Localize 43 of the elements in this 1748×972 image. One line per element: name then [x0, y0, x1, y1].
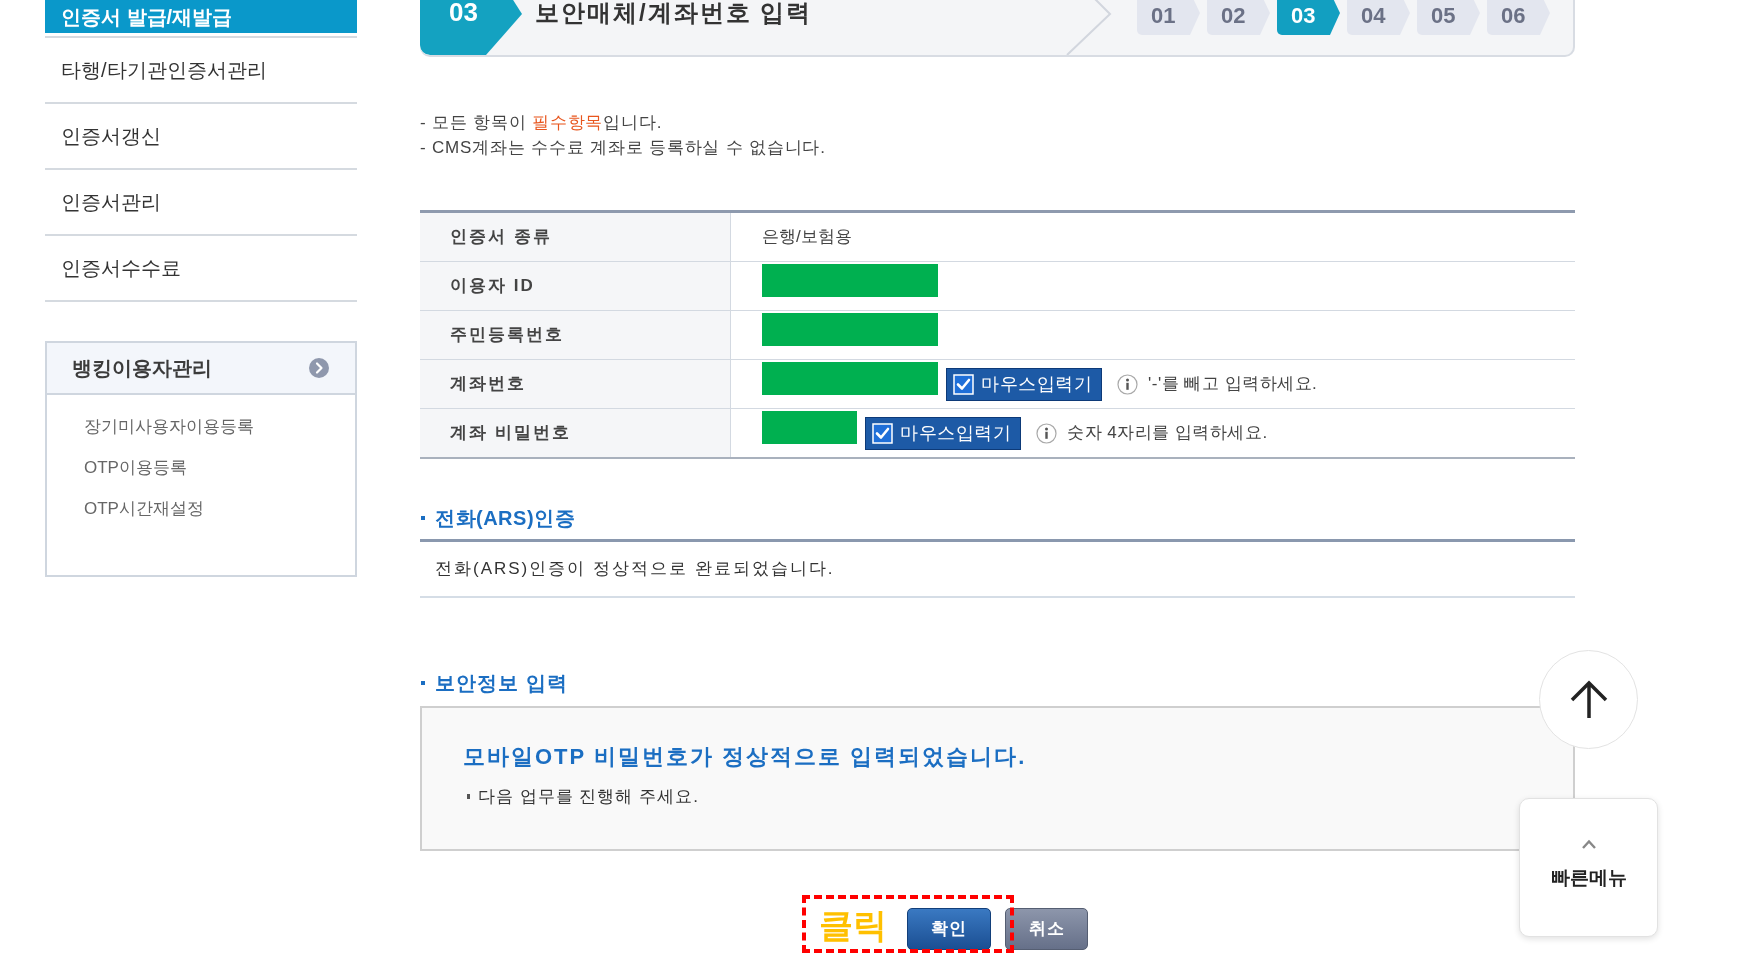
note-text: - CMS계좌는 수수료 계좌로 등록하실 수 없습니다. [420, 137, 826, 159]
panel-link[interactable]: OTP이용등록 [84, 447, 187, 488]
row-label: 주민등록번호 [420, 311, 731, 359]
section-title: 보안정보 입력 [435, 671, 568, 696]
step-chip: 03 [1277, 0, 1340, 35]
bullet-icon [467, 794, 470, 799]
row-label: 계좌 비밀번호 [420, 409, 731, 457]
panel-link[interactable]: OTP시간재설정 [84, 488, 204, 529]
step-chip: 01 [1137, 0, 1200, 35]
status-message: 전화(ARS)인증이 정상적으로 완료되었습니다. [435, 558, 835, 581]
step-chip: 04 [1347, 0, 1410, 35]
arrow-up-icon [1568, 679, 1609, 720]
row-label: 이용자 ID [420, 262, 731, 310]
bullet-icon [421, 681, 425, 685]
quick-menu-button[interactable]: 빠른메뉴 [1519, 798, 1658, 937]
step-title: 보안매체/계좌번호 입력 [535, 0, 813, 28]
cancel-button[interactable]: 취소 [1005, 908, 1088, 950]
mouse-input-toggle[interactable]: 마우스입력기 [946, 367, 1102, 401]
hint-text: 숫자 4자리를 입력하세요. [1067, 422, 1268, 445]
guide-text: 다음 업무를 진행해 주세요. [478, 786, 699, 808]
hint-text: '-'를 빼고 입력하세요. [1148, 373, 1318, 396]
checkbox-icon[interactable] [872, 422, 893, 444]
row-label: 인증서 종류 [420, 213, 731, 261]
row-label: 계좌번호 [420, 360, 731, 408]
step-chip: 02 [1207, 0, 1270, 35]
caret-up-icon [1580, 839, 1597, 849]
status-message: 모바일OTP 비밀번호가 정상적으로 입력되었습니다. [463, 743, 1027, 771]
row-value: 은행/보험용 [762, 226, 852, 249]
chevron-right-icon[interactable] [309, 358, 329, 378]
annotation-label: 클릭 [819, 905, 887, 946]
note-text: - 모든 항목이 필수항목입니다. [420, 112, 663, 134]
step-chip: 05 [1417, 0, 1480, 35]
step-chip: 06 [1487, 0, 1550, 35]
bullet-icon [421, 516, 425, 520]
step-badge: 03 [420, 0, 522, 55]
confirm-button[interactable]: 확인 [907, 908, 991, 950]
info-icon [1036, 422, 1057, 444]
checkbox-icon[interactable] [953, 373, 974, 395]
panel-link[interactable]: 장기미사용자이용등록 [84, 406, 254, 447]
mouse-input-toggle[interactable]: 마우스입력기 [865, 416, 1021, 450]
section-title: 전화(ARS)인증 [435, 506, 576, 531]
info-icon [1117, 373, 1138, 395]
panel-title: 뱅킹이용자관리 [72, 356, 212, 381]
